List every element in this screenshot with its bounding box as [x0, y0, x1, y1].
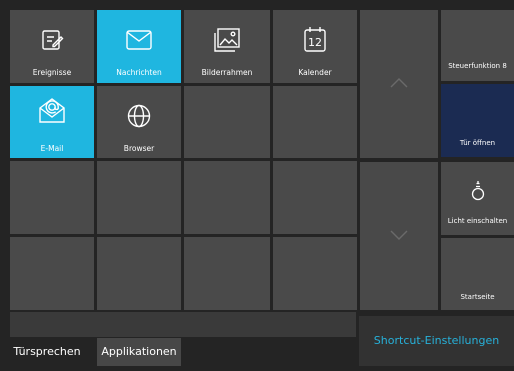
envelope-icon	[126, 30, 152, 50]
app-tile-nachrichten[interactable]: Nachrichten	[97, 10, 181, 83]
app-tile-email[interactable]: E-Mail	[10, 86, 94, 158]
empty-tile	[10, 161, 94, 234]
app-label: Ereignisse	[32, 68, 72, 77]
status-bar	[10, 312, 356, 337]
empty-tile	[273, 86, 357, 158]
app-label: E-Mail	[40, 144, 64, 153]
app-label: Nachrichten	[116, 68, 162, 77]
empty-tile	[184, 86, 270, 158]
shortcut-tuer-oeffnen[interactable]: Tür öffnen	[441, 84, 514, 157]
empty-tile	[184, 161, 270, 234]
app-tile-browser[interactable]: Browser	[97, 86, 181, 158]
scroll-down-button[interactable]	[360, 162, 438, 310]
tab-applikationen[interactable]: Applikationen	[97, 338, 181, 366]
scroll-up-button[interactable]	[360, 10, 438, 158]
shortcut-licht-einschalten[interactable]: Licht einschalten	[441, 162, 514, 235]
empty-tile	[184, 237, 270, 310]
app-label: Browser	[123, 144, 155, 153]
chevron-up-icon	[390, 78, 408, 88]
empty-tile	[10, 237, 94, 310]
globe-icon	[127, 104, 151, 128]
empty-tile	[97, 161, 181, 234]
app-label: Bilderrahmen	[201, 68, 253, 77]
empty-tile	[97, 237, 181, 310]
tab-tuersprechen[interactable]: Türsprechen	[3, 338, 91, 366]
empty-tile	[273, 161, 357, 234]
shortcut-startseite[interactable]: Startseite	[441, 238, 514, 310]
app-tile-kalender[interactable]: 12 Kalender	[273, 10, 357, 83]
picture-frame-icon	[214, 28, 240, 52]
shortcut-label: Startseite	[460, 293, 495, 301]
calendar-day: 12	[308, 36, 322, 49]
shortcut-steuerfunktion[interactable]: Steuerfunktion 8	[441, 10, 514, 81]
app-tile-bilderrahmen[interactable]: Bilderrahmen	[184, 10, 270, 83]
app-tile-ereignisse[interactable]: Ereignisse	[10, 10, 94, 83]
shortcut-label: Tür öffnen	[459, 139, 496, 147]
shortcut-label: Licht einschalten	[447, 217, 508, 225]
lightbulb-icon	[471, 181, 484, 201]
shortcut-label: Steuerfunktion 8	[448, 62, 507, 70]
chevron-down-icon	[390, 230, 408, 240]
shortcut-settings-button[interactable]: Shortcut-Einstellungen	[359, 316, 514, 366]
email-icon	[39, 98, 65, 123]
app-label: Kalender	[298, 68, 332, 77]
empty-tile	[273, 237, 357, 310]
events-icon	[42, 30, 64, 50]
